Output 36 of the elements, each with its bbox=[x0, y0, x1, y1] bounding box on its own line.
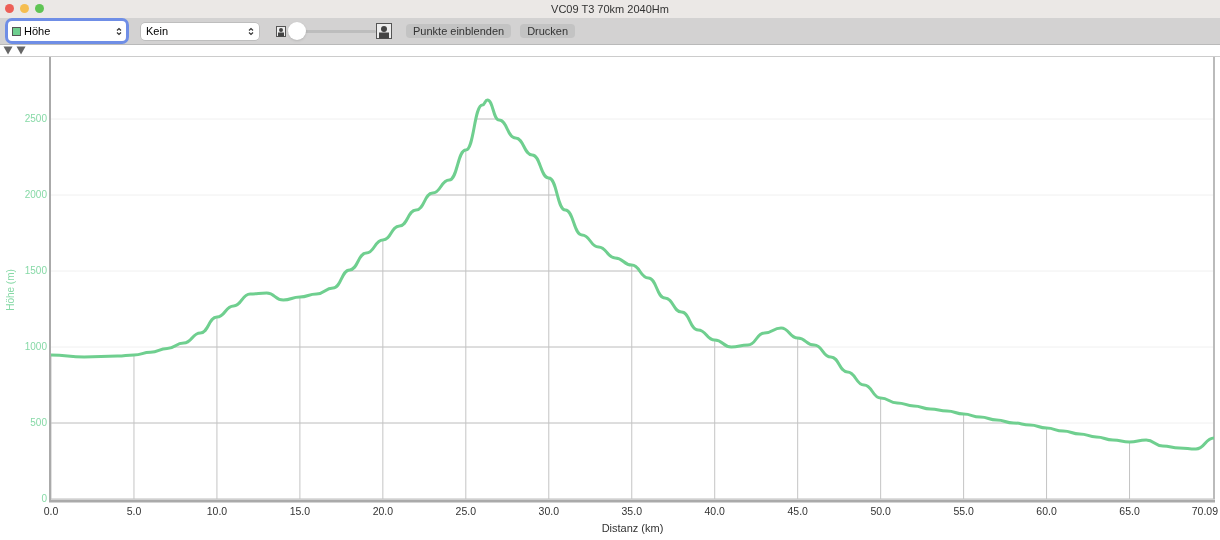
x-tick-label: 60.0 bbox=[1036, 505, 1057, 517]
x-tick-label: 40.0 bbox=[704, 505, 725, 517]
y-tick-label: 1500 bbox=[24, 265, 47, 276]
small-portrait-icon bbox=[276, 25, 286, 37]
window-title: VC09 T3 70km 2040Hm bbox=[551, 1, 669, 17]
x-tick-label: 20.0 bbox=[372, 505, 394, 517]
close-button[interactable] bbox=[5, 4, 14, 13]
x-tick-label: 0.0 bbox=[43, 505, 59, 517]
y-tick-label: 2000 bbox=[24, 189, 47, 200]
minimize-button[interactable] bbox=[20, 4, 29, 13]
x-tick-label: 55.0 bbox=[953, 505, 974, 517]
x-tick-label: 30.0 bbox=[538, 505, 559, 517]
x-tick-label: 50.0 bbox=[870, 505, 891, 517]
y-tick-label: 500 bbox=[30, 417, 47, 428]
profile-dropdown[interactable]: Höhe bbox=[8, 21, 126, 41]
slider-thumb[interactable] bbox=[287, 22, 306, 40]
x-axis-title: Distanz (km) bbox=[601, 522, 664, 534]
updown-chevron-icon bbox=[248, 26, 254, 36]
toolbar-button[interactable]: Punkte einblenden bbox=[406, 24, 512, 38]
x-tick-label: 70.09 bbox=[1191, 505, 1218, 517]
x-tick-label: 65.0 bbox=[1119, 505, 1140, 517]
x-tick-label: 25.0 bbox=[455, 505, 477, 517]
y-tick-label: 1000 bbox=[24, 341, 47, 352]
updown-chevron-icon bbox=[116, 26, 122, 36]
y-tick-label: 0 bbox=[41, 493, 47, 504]
x-tick-label: 45.0 bbox=[787, 505, 808, 517]
x-tick-label: 5.0 bbox=[126, 505, 142, 517]
y-tick-label: 2500 bbox=[24, 113, 47, 124]
overlay-dropdown[interactable]: Kein bbox=[141, 22, 259, 40]
x-tick-label: 10.0 bbox=[206, 505, 228, 517]
zoom-button[interactable] bbox=[35, 4, 44, 13]
toolbar-button[interactable]: Drucken bbox=[520, 24, 576, 38]
large-portrait-icon bbox=[376, 23, 392, 39]
x-tick-label: 35.0 bbox=[621, 505, 642, 517]
x-tick-label: 15.0 bbox=[289, 505, 311, 517]
y-axis-title: Höhe (m) bbox=[5, 269, 16, 311]
